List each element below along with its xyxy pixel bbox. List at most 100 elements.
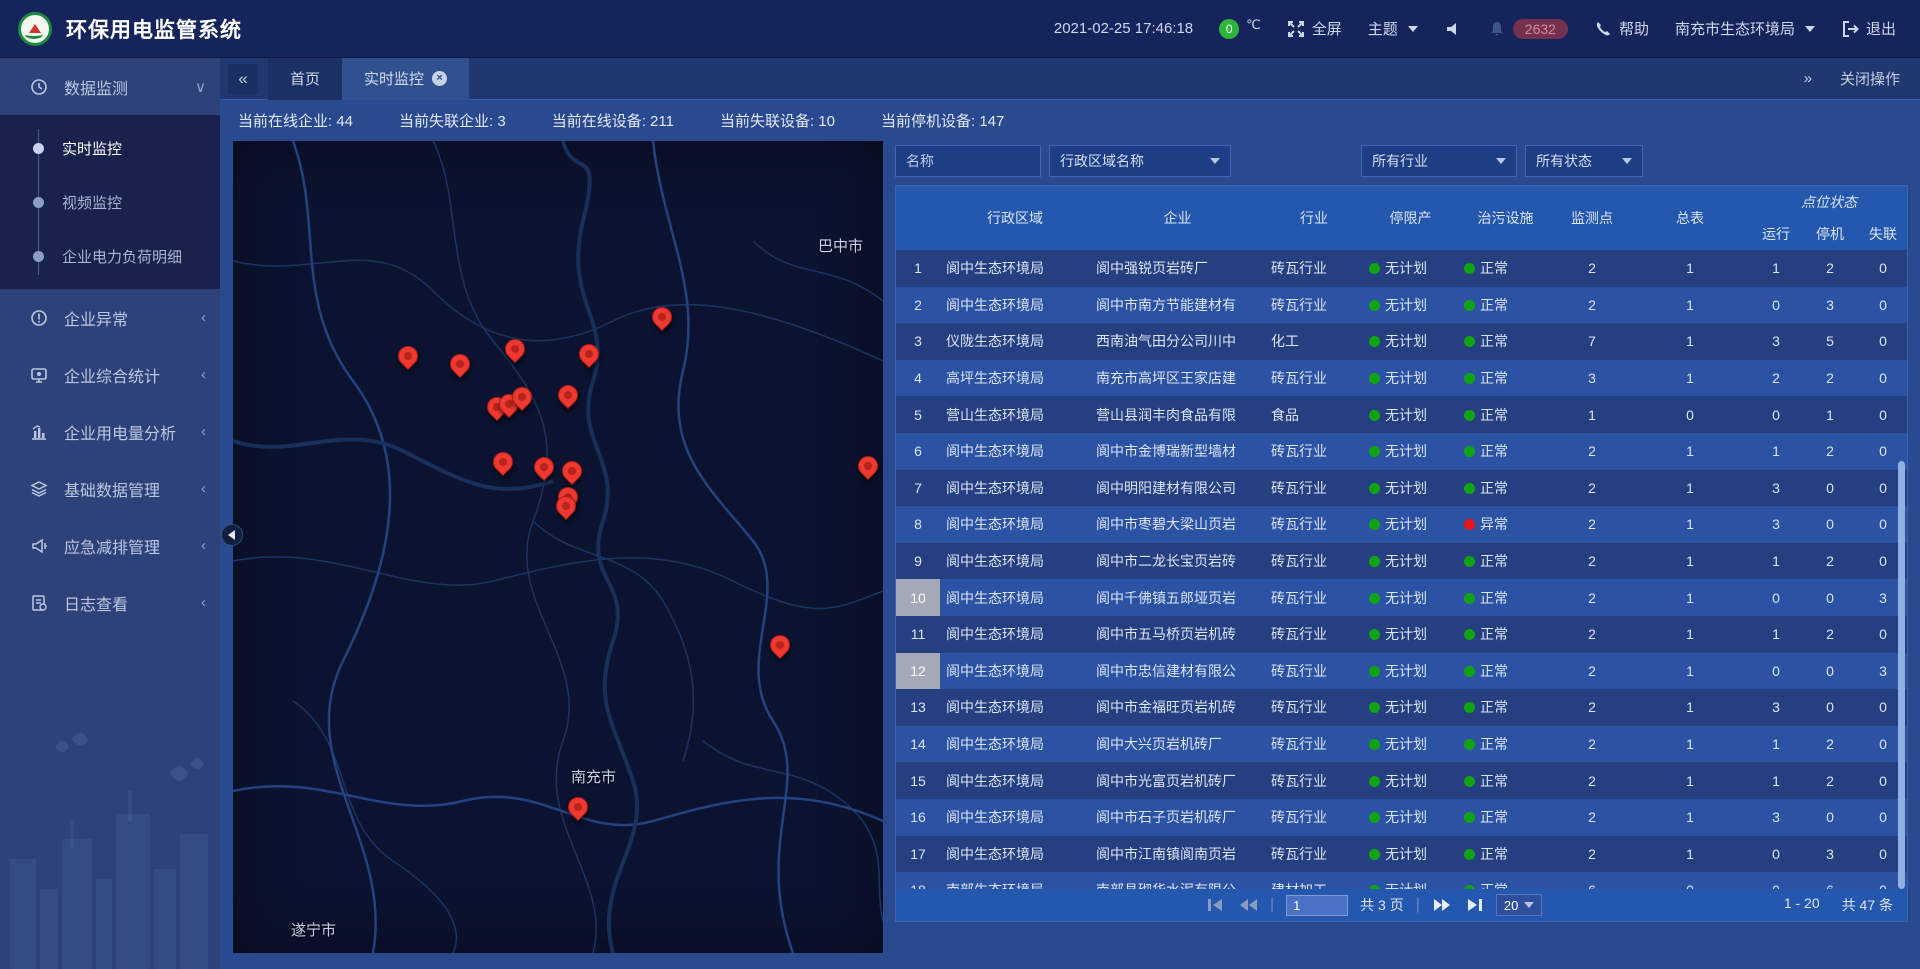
pagination-bar: | 共 3 页 | 20 1 - 20 共 47 条	[896, 889, 1907, 921]
table-row[interactable]: 8阆中生态环境局阆中市枣碧大梁山页岩砖瓦行业无计划异常21300	[896, 506, 1907, 543]
mute-button[interactable]	[1444, 20, 1462, 38]
cell-company: 阆中市二龙长宝页岩砖	[1090, 543, 1265, 580]
logout-button[interactable]: 退出	[1841, 18, 1896, 39]
app-title: 环保用电监管系统	[66, 14, 242, 44]
col-facility[interactable]: 治污设施	[1458, 186, 1553, 250]
map-collapse-button[interactable]	[221, 524, 243, 546]
name-filter-input[interactable]	[895, 145, 1041, 177]
chart-icon	[30, 423, 48, 441]
sidebar-group-2[interactable]: 企业综合统计‹	[0, 346, 220, 403]
table-row[interactable]: 1阆中生态环境局阆中强锐页岩砖厂砖瓦行业无计划正常21120	[896, 250, 1907, 287]
city-label-遂宁市: 遂宁市	[291, 919, 336, 940]
region-filter-select[interactable]: 行政区域名称	[1049, 145, 1231, 177]
table-row[interactable]: 6阆中生态环境局阆中市金博瑞新型墙材砖瓦行业无计划正常21120	[896, 433, 1907, 470]
temperature-badge: 0	[1219, 19, 1239, 39]
page-size-select[interactable]: 20	[1496, 894, 1542, 916]
map-panel[interactable]: 巴中市南充市遂宁市	[233, 141, 883, 953]
name-input[interactable]	[906, 153, 1030, 169]
bullet-icon	[33, 251, 44, 262]
table-row[interactable]: 15阆中生态环境局阆中市光富页岩机砖厂砖瓦行业无计划正常21120	[896, 762, 1907, 799]
sidebar-group-1[interactable]: 企业异常‹	[0, 289, 220, 346]
table-row[interactable]: 4高坪生态环境局南充市高坪区王家店建砖瓦行业无计划正常31220	[896, 360, 1907, 397]
sidebar-item-企业电力负荷明细[interactable]: 企业电力负荷明细	[0, 229, 220, 283]
cell-run: 0	[1749, 836, 1803, 873]
cell-region: 阆中生态环境局	[940, 689, 1090, 726]
org-menu[interactable]: 南充市生态环境局	[1675, 18, 1815, 39]
table-row[interactable]: 7阆中生态环境局阆中明阳建材有限公司砖瓦行业无计划正常21300	[896, 470, 1907, 507]
chevron-left-icon: ‹	[201, 366, 206, 383]
last-page-button[interactable]	[1464, 897, 1484, 913]
theme-menu[interactable]: 主题	[1368, 18, 1418, 39]
speaker-icon	[1444, 20, 1462, 38]
help-button[interactable]: 帮助	[1594, 18, 1649, 39]
tabs-scroll-right-button[interactable]: »	[1804, 70, 1812, 87]
map-roads	[233, 141, 883, 953]
first-page-button[interactable]	[1206, 897, 1226, 913]
tab-realtime-monitor[interactable]: 实时监控 ×	[342, 58, 469, 100]
cell-meters: 1	[1631, 726, 1749, 763]
fullscreen-button[interactable]: 全屏	[1287, 18, 1342, 39]
table-row[interactable]: 5营山生态环境局营山县润丰肉食品有限食品无计划正常10010	[896, 396, 1907, 433]
row-index: 5	[896, 396, 940, 433]
col-plan[interactable]: 停限产	[1363, 186, 1458, 250]
cell-points: 2	[1553, 470, 1631, 507]
sidebar-group-4[interactable]: 基础数据管理‹	[0, 460, 220, 517]
close-tab-icon[interactable]: ×	[432, 71, 447, 86]
tabs-scroll-left-button[interactable]: «	[228, 64, 258, 94]
col-lost[interactable]: 失联	[1857, 218, 1907, 250]
status-dot-green	[1464, 739, 1475, 750]
table-row[interactable]: 2阆中生态环境局阆中市南方节能建材有砖瓦行业无计划正常21030	[896, 287, 1907, 324]
next-page-button[interactable]	[1432, 897, 1452, 913]
cell-industry: 砖瓦行业	[1265, 836, 1363, 873]
col-halt[interactable]: 停机	[1803, 218, 1857, 250]
prev-page-button[interactable]	[1238, 897, 1258, 913]
cell-halt: 2	[1803, 433, 1857, 470]
sidebar-group-0[interactable]: 数据监测∨	[0, 58, 220, 115]
close-operations-button[interactable]: 关闭操作	[1840, 68, 1900, 89]
col-region[interactable]: 行政区域	[940, 186, 1090, 250]
table-row[interactable]: 14阆中生态环境局阆中大兴页岩机砖厂砖瓦行业无计划正常21120	[896, 726, 1907, 763]
table-row[interactable]: 11阆中生态环境局阆中市五马桥页岩机砖砖瓦行业无计划正常21120	[896, 616, 1907, 653]
col-industry[interactable]: 行业	[1265, 186, 1363, 250]
table-row[interactable]: 13阆中生态环境局阆中市金福旺页岩机砖砖瓦行业无计划正常21300	[896, 689, 1907, 726]
sidebar-item-视频监控[interactable]: 视频监控	[0, 175, 220, 229]
table-row[interactable]: 9阆中生态环境局阆中市二龙长宝页岩砖砖瓦行业无计划正常21120	[896, 543, 1907, 580]
col-run[interactable]: 运行	[1749, 218, 1803, 250]
notifications[interactable]: 2632	[1488, 19, 1568, 39]
col-meters[interactable]: 总表	[1631, 186, 1749, 250]
table-row[interactable]: 10阆中生态环境局阆中千佛镇五郎垭页岩砖瓦行业无计划正常21003	[896, 579, 1907, 616]
row-index: 12	[896, 653, 940, 690]
table-row[interactable]: 17阆中生态环境局阆中市江南镇阆南页岩砖瓦行业无计划正常21030	[896, 836, 1907, 873]
cell-points: 2	[1553, 616, 1631, 653]
page-number-input[interactable]	[1286, 895, 1348, 916]
cell-company: 阆中千佛镇五郎垭页岩	[1090, 579, 1265, 616]
sidebar-item-实时监控[interactable]: 实时监控	[0, 121, 220, 175]
table-row[interactable]: 16阆中生态环境局阆中市石子页岩机砖厂砖瓦行业无计划正常21300	[896, 799, 1907, 836]
cell-halt: 2	[1803, 762, 1857, 799]
chevron-left-icon: ‹	[201, 594, 206, 611]
sidebar-group-5[interactable]: 应急减排管理‹	[0, 517, 220, 574]
col-company[interactable]: 企业	[1090, 186, 1265, 250]
cell-company: 阆中市金博瑞新型墙材	[1090, 433, 1265, 470]
status-dot-green	[1464, 702, 1475, 713]
sidebar-group-6[interactable]: 日志查看‹	[0, 574, 220, 631]
cell-halt: 0	[1803, 470, 1857, 507]
table-row[interactable]: 3仪陇生态环境局西南油气田分公司川中化工无计划正常71350	[896, 323, 1907, 360]
status-filter-select[interactable]: 所有状态	[1525, 145, 1643, 177]
table-scrollbar-thumb[interactable]	[1898, 461, 1905, 889]
cell-halt: 0	[1803, 579, 1857, 616]
sidebar-group-3[interactable]: 企业用电量分析‹	[0, 403, 220, 460]
status-dot-green	[1464, 593, 1475, 604]
chevron-down-icon	[1622, 158, 1632, 164]
cell-lost: 0	[1857, 396, 1907, 433]
cell-facility: 正常	[1458, 616, 1553, 653]
col-points[interactable]: 监测点	[1553, 186, 1631, 250]
table-row[interactable]: 12阆中生态环境局阆中市忠信建材有限公砖瓦行业无计划正常21003	[896, 653, 1907, 690]
cell-region: 阆中生态环境局	[940, 250, 1090, 287]
cell-points: 2	[1553, 506, 1631, 543]
cell-industry: 砖瓦行业	[1265, 360, 1363, 397]
cell-plan: 无计划	[1363, 323, 1458, 360]
enterprise-table: 行政区域 企业 行业 停限产 治污设施 监测点 总表 点位状态 运行 停机 失联…	[896, 186, 1907, 891]
industry-filter-select[interactable]: 所有行业	[1361, 145, 1517, 177]
tab-home[interactable]: 首页	[268, 58, 342, 100]
